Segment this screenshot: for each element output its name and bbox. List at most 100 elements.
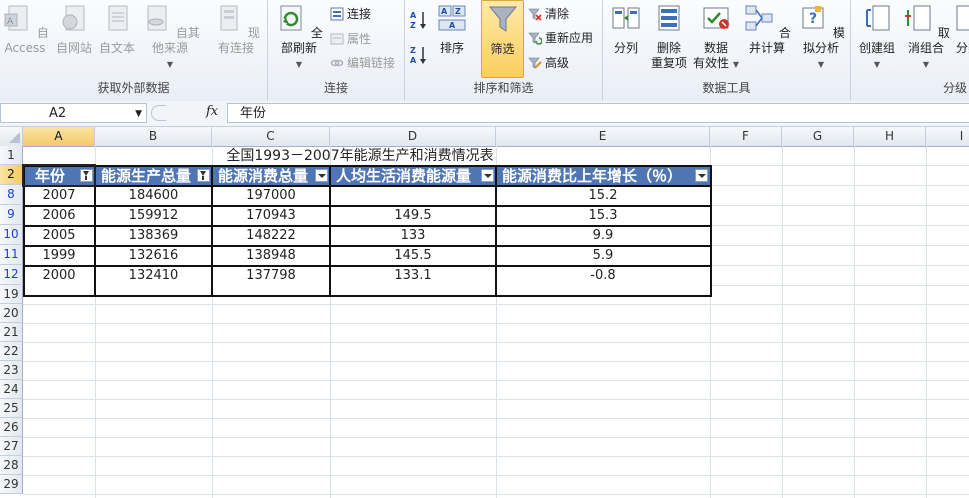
reapply-button[interactable]: 重新应用 xyxy=(528,29,593,47)
row-header-19[interactable]: 19 xyxy=(0,285,23,304)
row-header-28[interactable]: 28 xyxy=(0,456,23,475)
remove-duplicates-button[interactable]: 删除 重复项 xyxy=(647,2,691,71)
header-cell-production[interactable]: 能源生产总量 xyxy=(95,166,212,186)
header-cell-consumption[interactable]: 能源消费总量 xyxy=(212,166,330,186)
text-to-columns-button[interactable]: 分列 xyxy=(607,2,645,56)
advanced-filter-button[interactable]: 高级 xyxy=(528,54,569,72)
row-header-9[interactable]: 9 xyxy=(0,205,23,225)
cell-year[interactable]: 2006 xyxy=(23,206,95,226)
chevron-down-icon[interactable]: ▼ xyxy=(135,104,142,124)
header-cell-growth[interactable]: 能源消费比上年增长（％） xyxy=(496,166,710,186)
cell-year[interactable]: 1999 xyxy=(23,246,95,266)
consolidate-button[interactable]: 合并计算 xyxy=(741,2,793,56)
column-header-e[interactable]: E xyxy=(496,127,710,146)
cell-consumption[interactable]: 170943 xyxy=(212,206,330,226)
connections-button[interactable]: 连接 xyxy=(330,5,371,23)
row-header-20[interactable]: 20 xyxy=(0,304,23,323)
properties-button[interactable]: 属性 xyxy=(330,30,371,48)
ungroup-button[interactable]: 取消组合 ▼ xyxy=(899,2,953,72)
svg-text:A: A xyxy=(410,56,417,65)
what-if-analysis-button[interactable]: ? 模拟分析 ▼ xyxy=(793,2,849,72)
cell-consumption[interactable]: 137798 xyxy=(212,266,330,286)
header-consumption-label: 能源消费总量 xyxy=(218,167,309,185)
edit-links-button[interactable]: 编辑链接 xyxy=(330,54,395,72)
group-button[interactable]: 创建组 ▼ xyxy=(855,2,899,72)
column-header-a[interactable]: A xyxy=(23,127,95,146)
cell-consumption[interactable]: 138948 xyxy=(212,246,330,266)
row-header-29[interactable]: 29 xyxy=(0,475,23,494)
sort-label: 排序 xyxy=(439,41,464,55)
row-header-25[interactable]: 25 xyxy=(0,399,23,418)
row-header-21[interactable]: 21 xyxy=(0,323,23,342)
sort-ascending-icon: AZ xyxy=(410,11,426,30)
cell-growth[interactable]: 5.9 xyxy=(496,246,710,266)
worksheet: A B C D E F G H I 1 2 8 9 10 11 12 19 20 21 22 23 24… xyxy=(0,127,969,498)
column-header-c[interactable]: C xyxy=(212,127,330,146)
subtotal-button[interactable]: 分类 xyxy=(953,2,969,56)
column-header-h[interactable]: H xyxy=(854,127,926,146)
cell-growth[interactable]: -0.8 xyxy=(496,266,710,286)
sort-ascending-button[interactable]: AZ xyxy=(410,10,431,30)
group-sort-filter: AZ ZA AZA 排序 筛选 清除 重新应用 高级 排序和筛选 xyxy=(405,0,603,101)
cell-production[interactable]: 132410 xyxy=(95,266,212,286)
refresh-all-button[interactable]: 全部刷新 ▼ xyxy=(270,2,328,72)
cell-production[interactable]: 159912 xyxy=(95,206,212,226)
svg-text:Z: Z xyxy=(455,7,461,16)
cell-year[interactable]: 2007 xyxy=(23,186,95,206)
clear-filter-button[interactable]: 清除 xyxy=(528,5,569,23)
column-header-i[interactable]: I xyxy=(926,127,969,146)
filter-active-dropdown-production[interactable] xyxy=(197,169,210,182)
header-cell-per-capita[interactable]: 人均生活消费能源量 xyxy=(330,166,496,186)
row-header-24[interactable]: 24 xyxy=(0,380,23,399)
filter-dropdown-per-capita[interactable] xyxy=(481,169,494,182)
sheet-title[interactable]: 全国1993－2007年能源生产和消费情况表 xyxy=(95,147,595,166)
formula-input[interactable]: 年份 xyxy=(227,103,969,123)
row-header-27[interactable]: 27 xyxy=(0,437,23,456)
from-text-button[interactable]: 自文本 xyxy=(96,2,138,56)
cell-per-capita[interactable]: 133 xyxy=(330,226,496,246)
cell-consumption[interactable]: 148222 xyxy=(212,226,330,246)
cell-year[interactable]: 2000 xyxy=(23,266,95,286)
column-header-d[interactable]: D xyxy=(330,127,496,146)
data-validation-button[interactable]: 数据 有效性 ▼ xyxy=(693,2,739,72)
cell-production[interactable]: 138369 xyxy=(95,226,212,246)
cell-year[interactable]: 2005 xyxy=(23,226,95,246)
cell-growth[interactable]: 9.9 xyxy=(496,226,710,246)
existing-connections-button[interactable]: 现有连接 xyxy=(208,2,264,56)
cell-consumption[interactable]: 197000 xyxy=(212,186,330,206)
group-label-connections: 连接 xyxy=(323,81,348,95)
filter-dropdown-growth[interactable] xyxy=(695,169,708,182)
row-header-1[interactable]: 1 xyxy=(0,146,23,165)
column-header-g[interactable]: G xyxy=(782,127,854,146)
cell-per-capita[interactable]: 133.1 xyxy=(330,266,496,286)
cell-production[interactable]: 184600 xyxy=(95,186,212,206)
insert-function-button[interactable]: fx xyxy=(206,104,218,119)
cell-production[interactable]: 132616 xyxy=(95,246,212,266)
from-access-button[interactable]: A 自 Access xyxy=(0,2,50,56)
from-other-sources-button[interactable]: 自其他来源 ▼ xyxy=(138,2,202,72)
filter-dropdown-consumption[interactable] xyxy=(315,169,328,182)
select-all-corner[interactable] xyxy=(0,127,23,146)
row-header-11[interactable]: 11 xyxy=(0,245,23,265)
cell-per-capita[interactable]: 145.5 xyxy=(330,246,496,266)
sort-button[interactable]: AZA 排序 xyxy=(435,2,469,56)
cell-growth[interactable]: 15.2 xyxy=(496,186,710,206)
chevron-down-icon: ▼ xyxy=(873,60,881,69)
name-box[interactable]: A2 ▼ xyxy=(0,103,147,123)
formula-bar-resize-handle[interactable] xyxy=(151,105,166,121)
column-header-f[interactable]: F xyxy=(710,127,782,146)
cell-per-capita[interactable] xyxy=(330,186,496,206)
cell-growth[interactable]: 15.3 xyxy=(496,206,710,226)
row-header-22[interactable]: 22 xyxy=(0,342,23,361)
row-header-2[interactable]: 2 xyxy=(0,165,23,185)
row-header-10[interactable]: 10 xyxy=(0,225,23,245)
column-header-b[interactable]: B xyxy=(95,127,212,146)
sort-descending-button[interactable]: ZA xyxy=(410,45,431,65)
from-web-button[interactable]: 自网站 xyxy=(52,2,96,56)
cell-per-capita[interactable]: 149.5 xyxy=(330,206,496,226)
row-header-8[interactable]: 8 xyxy=(0,185,23,205)
row-header-26[interactable]: 26 xyxy=(0,418,23,437)
row-header-23[interactable]: 23 xyxy=(0,361,23,380)
filter-button[interactable]: 筛选 xyxy=(481,0,524,78)
row-header-12[interactable]: 12 xyxy=(0,265,23,285)
